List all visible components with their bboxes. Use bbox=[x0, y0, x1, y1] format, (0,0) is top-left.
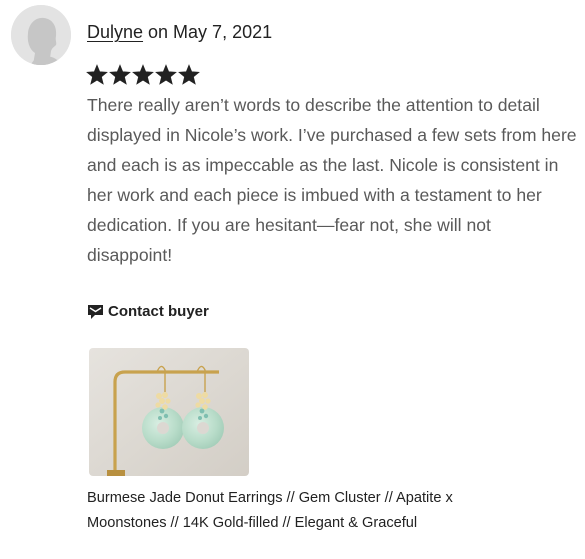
star-icon bbox=[178, 64, 200, 85]
review-date: on May 7, 2021 bbox=[143, 22, 273, 42]
star-rating bbox=[86, 63, 200, 89]
message-icon bbox=[88, 304, 103, 319]
default-user-avatar-icon bbox=[11, 5, 71, 65]
star-icon bbox=[109, 64, 131, 85]
item-title-link[interactable]: Burmese Jade Donut Earrings // Gem Clust… bbox=[87, 486, 517, 536]
review-header: Dulyne on May 7, 2021 bbox=[87, 20, 272, 44]
star-icon bbox=[132, 64, 154, 85]
review-card: Dulyne on May 7, 2021 There really aren’… bbox=[0, 0, 585, 559]
review-text: There really aren’t words to describe th… bbox=[87, 95, 577, 265]
item-photo[interactable] bbox=[89, 348, 249, 476]
contact-buyer-button[interactable]: Contact buyer bbox=[87, 299, 209, 323]
avatar[interactable] bbox=[11, 5, 71, 65]
star-icon bbox=[155, 64, 177, 85]
contact-buyer-label: Contact buyer bbox=[108, 302, 209, 320]
reviewer-name-link[interactable]: Dulyne bbox=[87, 22, 143, 42]
star-icon bbox=[86, 64, 108, 85]
jade-earrings-image bbox=[89, 348, 249, 476]
